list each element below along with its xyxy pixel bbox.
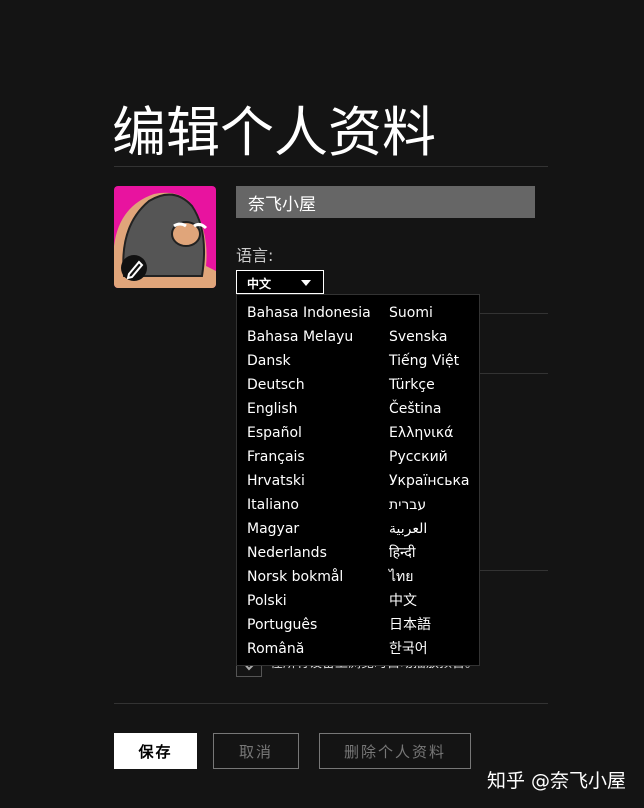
language-option[interactable]: Suomi [389, 301, 433, 325]
language-option[interactable]: English [247, 397, 298, 421]
language-option[interactable]: Português [247, 613, 317, 637]
language-option[interactable]: 中文 [389, 589, 417, 613]
language-option[interactable]: 한국어 [389, 637, 428, 661]
language-option[interactable]: ไทย [389, 565, 413, 589]
profile-name-input[interactable] [236, 186, 535, 218]
cancel-button[interactable]: 取消 [213, 733, 299, 769]
language-option[interactable]: Bahasa Indonesia [247, 301, 371, 325]
language-dropdown-menu: Bahasa Indonesia Bahasa Melayu Dansk Deutsc… [236, 294, 480, 666]
language-option[interactable]: हिन्दी [389, 541, 415, 565]
language-option[interactable]: Українська [389, 469, 469, 493]
language-option[interactable]: Tiếng Việt [389, 349, 459, 373]
language-option[interactable]: Bahasa Melayu [247, 325, 353, 349]
language-option[interactable]: Svenska [389, 325, 447, 349]
language-selected-value: 中文 [247, 277, 272, 291]
language-option[interactable]: Norsk bokmål [247, 565, 343, 589]
language-option[interactable]: Italiano [247, 493, 299, 517]
language-option[interactable]: 日本語 [389, 613, 431, 637]
page-title: 编辑个人资料 [112, 101, 436, 164]
language-option[interactable]: Русский [389, 445, 448, 469]
language-option[interactable]: Türkçe [389, 373, 435, 397]
language-option[interactable]: Ελληνικά [389, 421, 453, 445]
language-option[interactable]: Čeština [389, 397, 442, 421]
language-option[interactable]: Deutsch [247, 373, 305, 397]
language-option[interactable]: Polski [247, 589, 287, 613]
language-option[interactable]: Hrvatski [247, 469, 305, 493]
save-button[interactable]: 保存 [114, 733, 197, 769]
language-option[interactable]: Română [247, 637, 304, 661]
cartoon-avatar-icon [114, 192, 216, 288]
language-label: 语言: [236, 246, 274, 265]
language-option[interactable]: Magyar [247, 517, 299, 541]
language-option[interactable]: العربية [389, 517, 427, 541]
divider [114, 166, 548, 167]
avatar[interactable] [114, 186, 216, 288]
caret-down-icon [301, 280, 311, 286]
language-option[interactable]: Nederlands [247, 541, 327, 565]
watermark: 知乎 @奈飞小屋 [487, 770, 627, 792]
divider [114, 703, 548, 704]
delete-profile-button[interactable]: 删除个人资料 [319, 733, 471, 769]
language-option[interactable]: עברית [389, 493, 426, 517]
language-option[interactable]: Dansk [247, 349, 291, 373]
language-option[interactable]: Français [247, 445, 305, 469]
language-select[interactable]: 中文 [236, 270, 324, 294]
language-option[interactable]: Español [247, 421, 302, 445]
